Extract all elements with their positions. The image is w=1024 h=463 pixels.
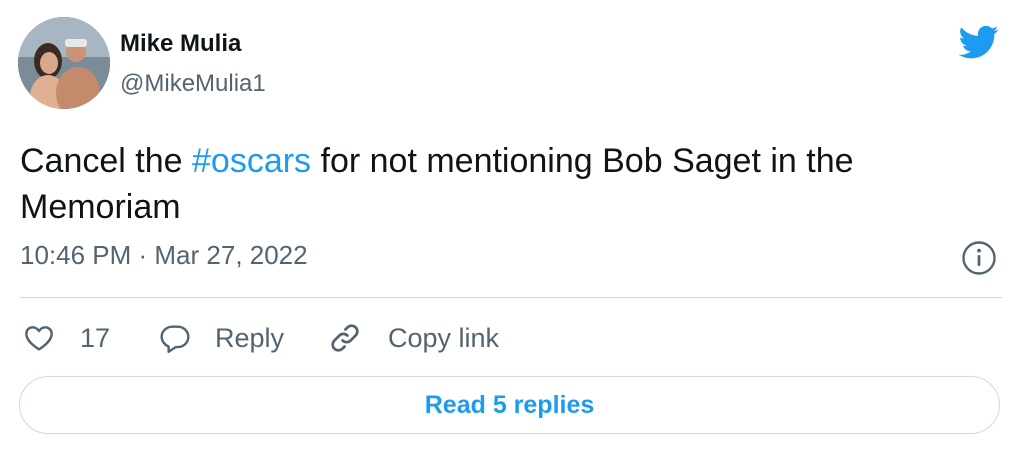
info-icon[interactable] [960,239,998,277]
reply-bubble-icon [160,325,190,353]
like-count: 17 [80,322,111,353]
author-handle[interactable]: @MikeMulia1 [120,70,266,98]
reply-label: Reply [215,322,285,353]
tweet-text: Cancel the #oscars for not mentioning Bo… [20,138,980,230]
copy-link-button[interactable]: Copy link [328,318,499,358]
link-icon [331,324,359,352]
copy-link-label: Copy link [388,322,500,353]
reply-button[interactable]: Reply [158,318,284,358]
heart-icon [25,326,53,351]
author-name[interactable]: Mike Mulia [120,30,241,58]
avatar[interactable] [18,17,110,109]
twitter-bird-icon[interactable] [954,22,1004,62]
divider [20,297,1002,298]
read-replies-button[interactable]: Read 5 replies [19,376,1000,434]
tweet-card: Mike Mulia @MikeMulia1 Cancel the #oscar… [0,0,1024,463]
tweet-text-before: Cancel the [20,142,192,180]
like-button[interactable]: 17 [22,318,110,358]
hashtag-link[interactable]: #oscars [192,142,311,180]
tweet-timestamp[interactable]: 10:46 PM · Mar 27, 2022 [20,240,308,271]
